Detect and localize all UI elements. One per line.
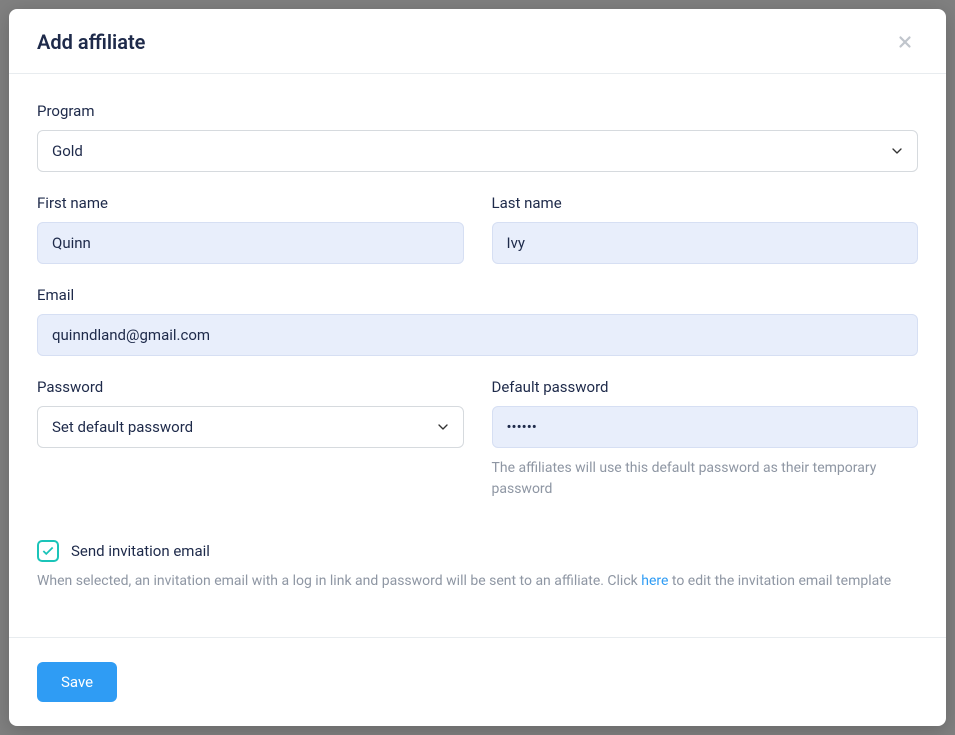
check-icon [41, 544, 55, 558]
email-label: Email [37, 286, 918, 304]
last-name-input[interactable] [492, 222, 919, 264]
modal-title: Add affiliate [37, 30, 145, 54]
save-button[interactable]: Save [37, 662, 117, 702]
close-button[interactable] [892, 29, 918, 55]
email-group: Email [37, 286, 918, 356]
send-invitation-description: When selected, an invitation email with … [37, 570, 918, 592]
close-icon [896, 33, 914, 51]
default-password-help: The affiliates will use this default pas… [492, 458, 919, 500]
send-invitation-label: Send invitation email [71, 542, 210, 560]
program-group: Program Gold [37, 102, 918, 172]
default-password-input[interactable] [492, 406, 919, 448]
password-label: Password [37, 378, 464, 396]
last-name-label: Last name [492, 194, 919, 212]
password-group: Password Set default password [37, 378, 464, 500]
password-row: Password Set default password Default pa… [37, 378, 918, 522]
first-name-group: First name [37, 194, 464, 264]
name-row: First name Last name [37, 194, 918, 286]
description-before: When selected, an invitation email with … [37, 573, 641, 589]
modal-body: Program Gold First name Last name Email … [9, 74, 946, 637]
edit-template-link[interactable]: here [641, 573, 668, 589]
email-input[interactable] [37, 314, 918, 356]
first-name-input[interactable] [37, 222, 464, 264]
modal-footer: Save [9, 637, 946, 726]
send-invitation-checkbox[interactable] [37, 540, 59, 562]
first-name-label: First name [37, 194, 464, 212]
send-invitation-row: Send invitation email [37, 540, 918, 562]
default-password-label: Default password [492, 378, 919, 396]
last-name-group: Last name [492, 194, 919, 264]
default-password-group: Default password The affiliates will use… [492, 378, 919, 500]
program-label: Program [37, 102, 918, 120]
description-after: to edit the invitation email template [668, 573, 891, 589]
password-select[interactable]: Set default password [37, 406, 464, 448]
program-select[interactable]: Gold [37, 130, 918, 172]
add-affiliate-modal: Add affiliate Program Gold First name La… [9, 9, 946, 726]
modal-header: Add affiliate [9, 9, 946, 74]
